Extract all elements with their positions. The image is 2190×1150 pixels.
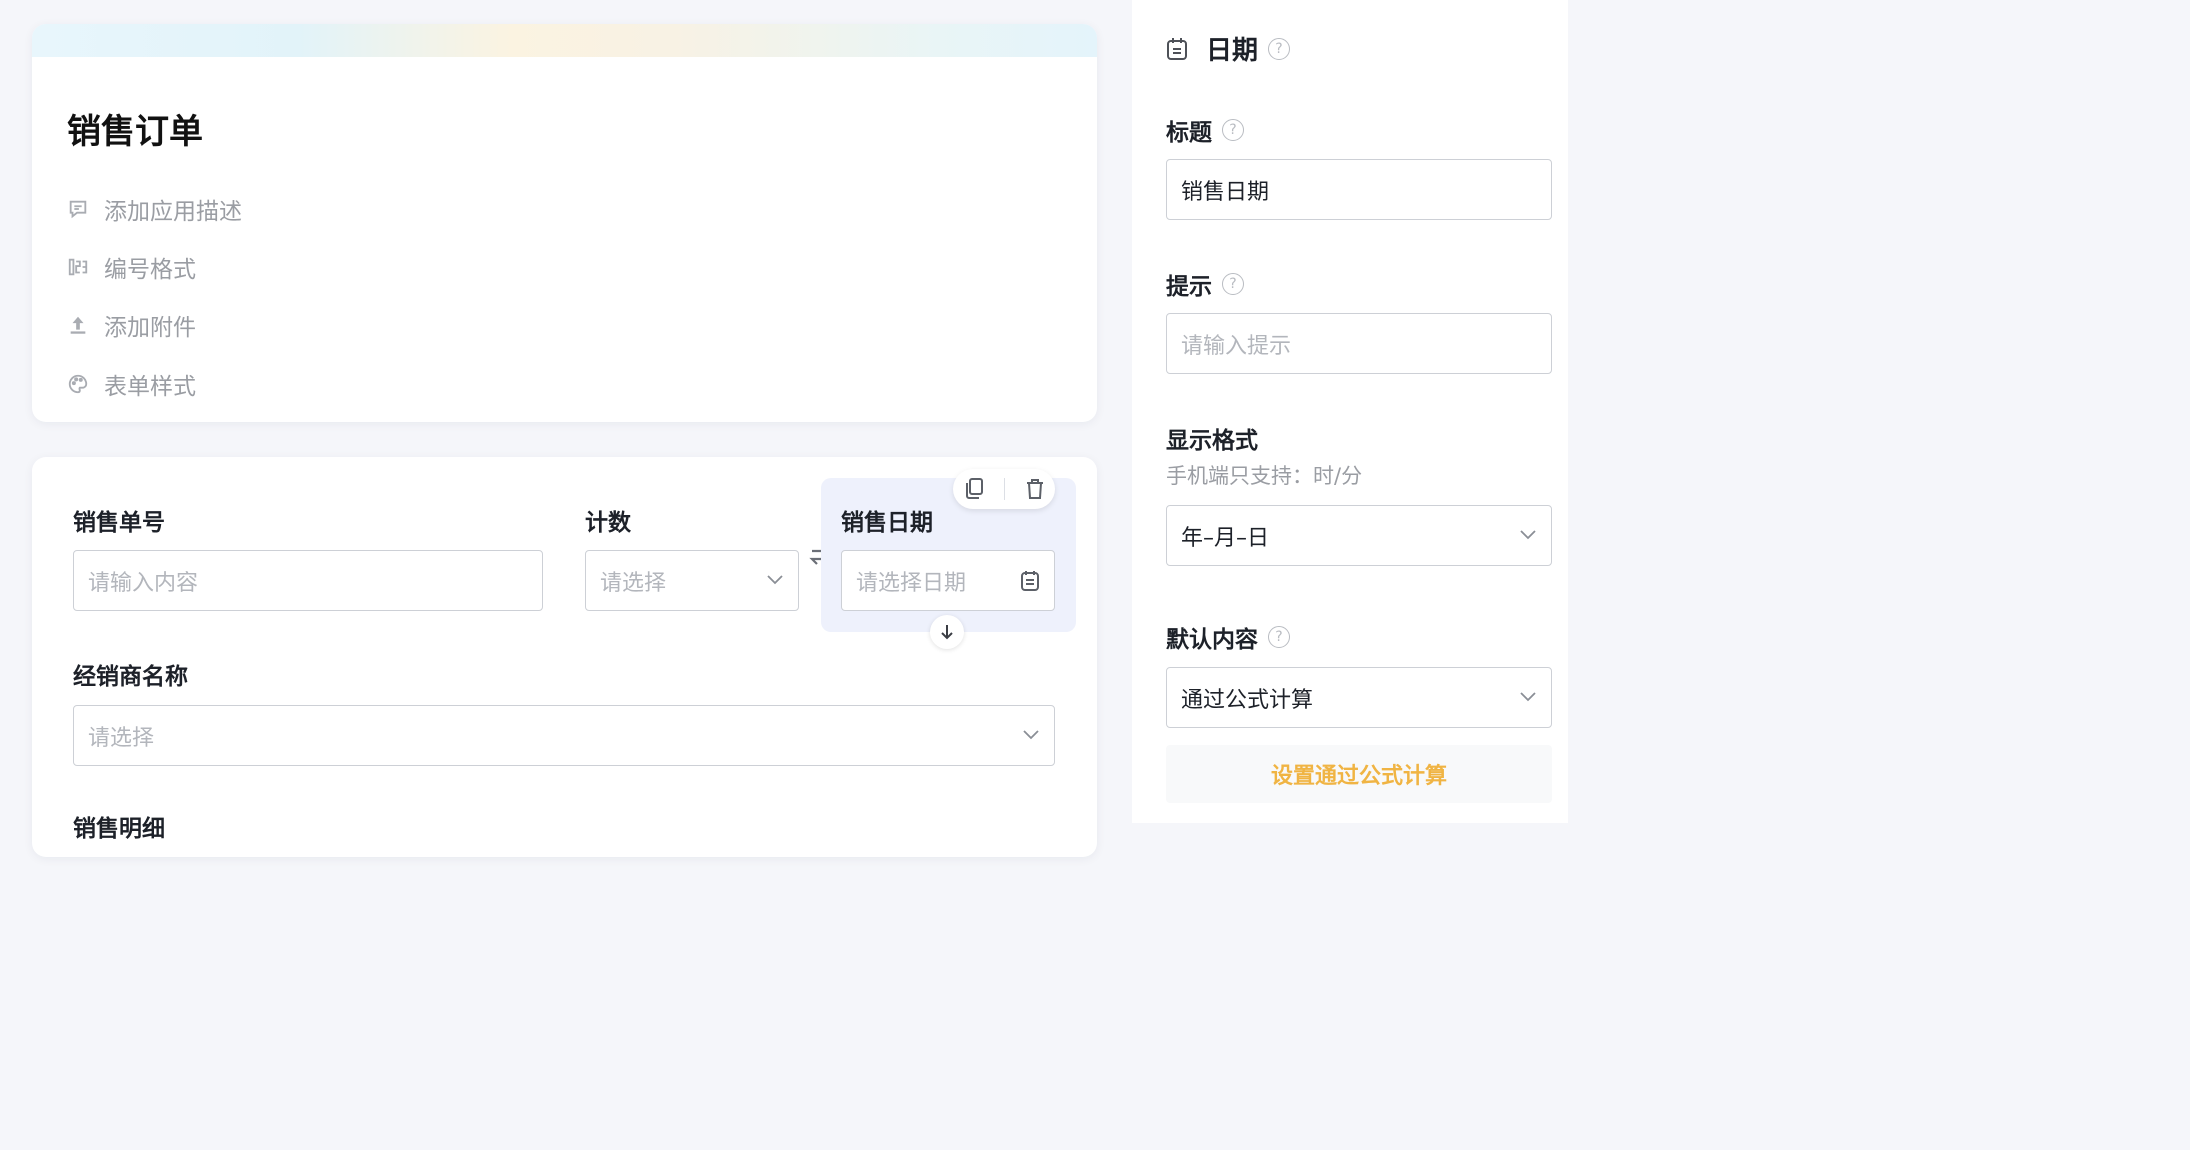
- format-note: 手机端只支持：时/分: [1166, 464, 1363, 488]
- field-toolbar: [953, 469, 1055, 509]
- title-value: 销售日期: [1181, 179, 1270, 205]
- format-select[interactable]: 年–月–日: [1166, 505, 1552, 566]
- form-style-link[interactable]: 表单样式: [66, 367, 196, 401]
- default-label-row: 默认内容 ?: [1166, 620, 1290, 654]
- sale-date-placeholder: 请选择日期: [856, 570, 967, 596]
- delete-icon[interactable]: [1025, 477, 1045, 501]
- help-icon[interactable]: ?: [1268, 37, 1291, 60]
- form-body-card: 销售单号 请输入内容 计数 请选择 销售日期 请选择日期 经销商名称 请选择 销…: [32, 457, 1097, 857]
- title-label: 标题: [1166, 120, 1212, 146]
- form-header-card: 销售订单 添加应用描述 编号格式 添加附件 表单样式: [32, 24, 1097, 422]
- form-style-label: 表单样式: [104, 374, 196, 400]
- palette-icon: [66, 372, 90, 396]
- chevron-down-icon: [1520, 691, 1536, 701]
- move-down-button[interactable]: [930, 615, 964, 649]
- panel-header: 日期 ?: [1166, 30, 1291, 67]
- count-placeholder: 请选择: [600, 570, 667, 596]
- order-no-input[interactable]: 请输入内容: [73, 550, 543, 611]
- numbering-format-link[interactable]: 编号格式: [66, 250, 196, 284]
- add-description-link[interactable]: 添加应用描述: [66, 192, 242, 226]
- numbering-format-label: 编号格式: [104, 257, 196, 283]
- help-icon[interactable]: ?: [1268, 626, 1290, 648]
- panel-title: 日期: [1206, 36, 1259, 66]
- add-attachment-link[interactable]: 添加附件: [66, 308, 196, 342]
- upload-icon: [66, 313, 90, 337]
- toolbar-divider: [1004, 478, 1006, 500]
- hint-label-row: 提示 ?: [1166, 267, 1244, 301]
- default-value: 通过公式计算: [1181, 687, 1314, 713]
- field-settings-panel: 日期 ? 标题 ? 销售日期 提示 ? 请输入提示 显示格式 手机端只支持：时/…: [1132, 0, 1568, 823]
- copy-icon[interactable]: [963, 477, 985, 501]
- add-description-label: 添加应用描述: [104, 199, 242, 225]
- details-label: 销售明细: [73, 816, 165, 842]
- title-label-row: 标题 ?: [1166, 113, 1244, 147]
- hint-label: 提示: [1166, 274, 1212, 300]
- numbering-icon: [66, 255, 90, 279]
- chevron-down-icon: [767, 574, 783, 584]
- calendar-icon: [1021, 570, 1039, 591]
- comment-icon: [66, 197, 90, 221]
- default-label: 默认内容: [1166, 627, 1258, 653]
- form-title[interactable]: 销售订单: [67, 104, 203, 153]
- count-label: 计数: [585, 510, 631, 536]
- set-formula-button[interactable]: 设置通过公式计算: [1166, 745, 1552, 803]
- help-icon[interactable]: ?: [1222, 119, 1244, 141]
- order-no-placeholder: 请输入内容: [88, 570, 199, 596]
- chevron-down-icon: [1520, 529, 1536, 539]
- count-select[interactable]: 请选择: [585, 550, 799, 611]
- dealer-label: 经销商名称: [73, 664, 188, 690]
- arrow-down-icon: [941, 625, 953, 640]
- title-input[interactable]: 销售日期: [1166, 159, 1552, 220]
- chevron-down-icon: [1023, 729, 1039, 739]
- order-no-label: 销售单号: [73, 510, 165, 536]
- add-attachment-label: 添加附件: [104, 315, 196, 341]
- sale-date-label: 销售日期: [841, 510, 933, 536]
- header-gradient: [32, 24, 1097, 57]
- dealer-select[interactable]: 请选择: [73, 705, 1055, 766]
- form-canvas: 销售订单 添加应用描述 编号格式 添加附件 表单样式 销售单号 请输入内容 计数…: [0, 0, 1132, 857]
- sale-date-input[interactable]: 请选择日期: [841, 550, 1055, 611]
- calendar-icon: [1167, 37, 1187, 60]
- default-select[interactable]: 通过公式计算: [1166, 667, 1552, 728]
- dealer-placeholder: 请选择: [88, 725, 155, 751]
- format-value: 年–月–日: [1181, 525, 1270, 551]
- help-icon[interactable]: ?: [1222, 273, 1244, 295]
- hint-input[interactable]: 请输入提示: [1166, 313, 1552, 374]
- hint-placeholder: 请输入提示: [1181, 333, 1292, 359]
- format-label: 显示格式: [1166, 428, 1258, 454]
